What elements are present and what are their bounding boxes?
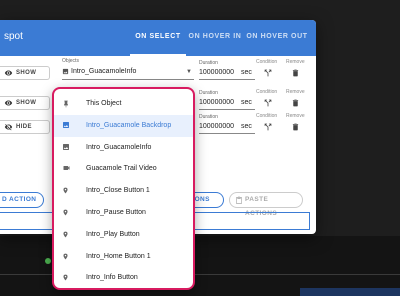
duration-value: 100000000 [199, 99, 235, 106]
trash-icon[interactable] [291, 68, 300, 78]
menu-item-label: Intro_Guacamole Backdrop [86, 121, 172, 129]
location-pin-icon [63, 253, 68, 260]
menu-item-label: This Object [86, 100, 122, 107]
visibility-label: SHOW [16, 70, 37, 76]
remove-label: Remove [286, 89, 305, 95]
timeline-marker[interactable] [45, 258, 51, 264]
duration-input[interactable]: 100000000 sec [199, 96, 255, 110]
menu-item-guacamole-trail-video[interactable]: Guacamole Trail Video [54, 158, 193, 180]
menu-item-intro-home-button-1[interactable]: Intro_Home Button 1 [54, 246, 193, 268]
paste-actions-button[interactable]: PASTE ACTIONS [229, 192, 303, 217]
pin-icon [64, 100, 68, 108]
image-icon [63, 143, 69, 150]
condition-fork-icon[interactable] [263, 122, 273, 132]
chevron-down-icon: ▼ [186, 69, 192, 75]
timeline-track [300, 288, 400, 296]
condition-label: Condition [256, 113, 278, 119]
duration-value: 100000000 [199, 123, 235, 130]
objects-select[interactable]: Intro_GuacamoleInfo ▼ [62, 64, 194, 80]
tab-on-hover-out[interactable]: ON HOVER OUT [246, 20, 308, 56]
duration-input[interactable]: 100000000 sec [199, 66, 255, 80]
visibility-label: SHOW [16, 100, 37, 106]
objects-value: Intro_GuacamoleInfo [71, 68, 137, 75]
menu-item-intro-close-button-1[interactable]: Intro_Close Button 1 [54, 180, 193, 202]
hide-button[interactable]: HIDE [0, 120, 50, 134]
tab-on-hover-in[interactable]: ON HOVER IN [186, 20, 244, 56]
menu-item-label: Intro_Close Button 1 [86, 187, 150, 195]
show-button[interactable]: SHOW [0, 96, 50, 110]
video-icon [63, 166, 70, 171]
menu-item-label: Intro_Home Button 1 [86, 252, 151, 260]
trash-icon[interactable] [291, 98, 300, 108]
location-pin-icon [63, 231, 68, 238]
condition-label: Condition [256, 59, 278, 65]
menu-item-intro-pause-button[interactable]: Intro_Pause Button [54, 202, 193, 224]
duration-unit: sec [241, 123, 252, 130]
menu-item-label: Intro_GuacamoleInfo [86, 143, 152, 151]
dialog-header: spot ON SELECT ON HOVER IN ON HOVER OUT [0, 20, 316, 56]
duration-unit: sec [241, 69, 252, 76]
condition-fork-icon[interactable] [263, 98, 273, 108]
menu-item-this-object[interactable]: This Object [54, 93, 193, 115]
eye-icon [4, 100, 13, 106]
menu-item-intro-guacamoleinfo[interactable]: Intro_GuacamoleInfo [54, 137, 193, 159]
remove-label: Remove [286, 59, 305, 65]
tab-on-select[interactable]: ON SELECT [130, 20, 186, 56]
dialog-title: spot [4, 31, 23, 42]
image-icon [62, 68, 69, 75]
menu-item-label: Intro_Play Button [86, 230, 140, 238]
menu-item-intro-info-button[interactable]: Intro_Info Button [54, 267, 193, 288]
action-row: SHOW Objects Intro_GuacamoleInfo ▼ Durat… [0, 58, 316, 88]
remove-label: Remove [286, 113, 305, 119]
trash-icon[interactable] [291, 122, 300, 132]
image-icon [63, 121, 69, 128]
duration-value: 100000000 [199, 69, 235, 76]
menu-item-label: Intro_Pause Button [86, 209, 146, 216]
show-button[interactable]: SHOW [0, 66, 50, 80]
duration-input[interactable]: 100000000 sec [199, 120, 255, 134]
menu-item-label: Guacamole Trail Video [86, 165, 157, 173]
menu-item-intro-guacamole-backdrop[interactable]: Intro_Guacamole Backdrop [54, 114, 193, 137]
paste-icon [236, 196, 242, 204]
add-action-button[interactable]: D ACTION [0, 192, 44, 208]
menu-item-intro-play-button[interactable]: Intro_Play Button [54, 224, 193, 246]
location-pin-icon [63, 274, 68, 281]
location-pin-icon [63, 209, 68, 216]
menu-item-label: Intro_Info Button [86, 274, 138, 282]
objects-dropdown-menu: This Object Intro_Guacamole Backdrop Int… [52, 87, 195, 290]
eye-off-icon [4, 124, 13, 131]
condition-fork-icon[interactable] [263, 68, 273, 78]
duration-unit: sec [241, 99, 252, 106]
location-pin-icon [63, 187, 68, 194]
condition-label: Condition [256, 89, 278, 95]
eye-icon [4, 70, 13, 76]
visibility-label: HIDE [16, 124, 32, 130]
